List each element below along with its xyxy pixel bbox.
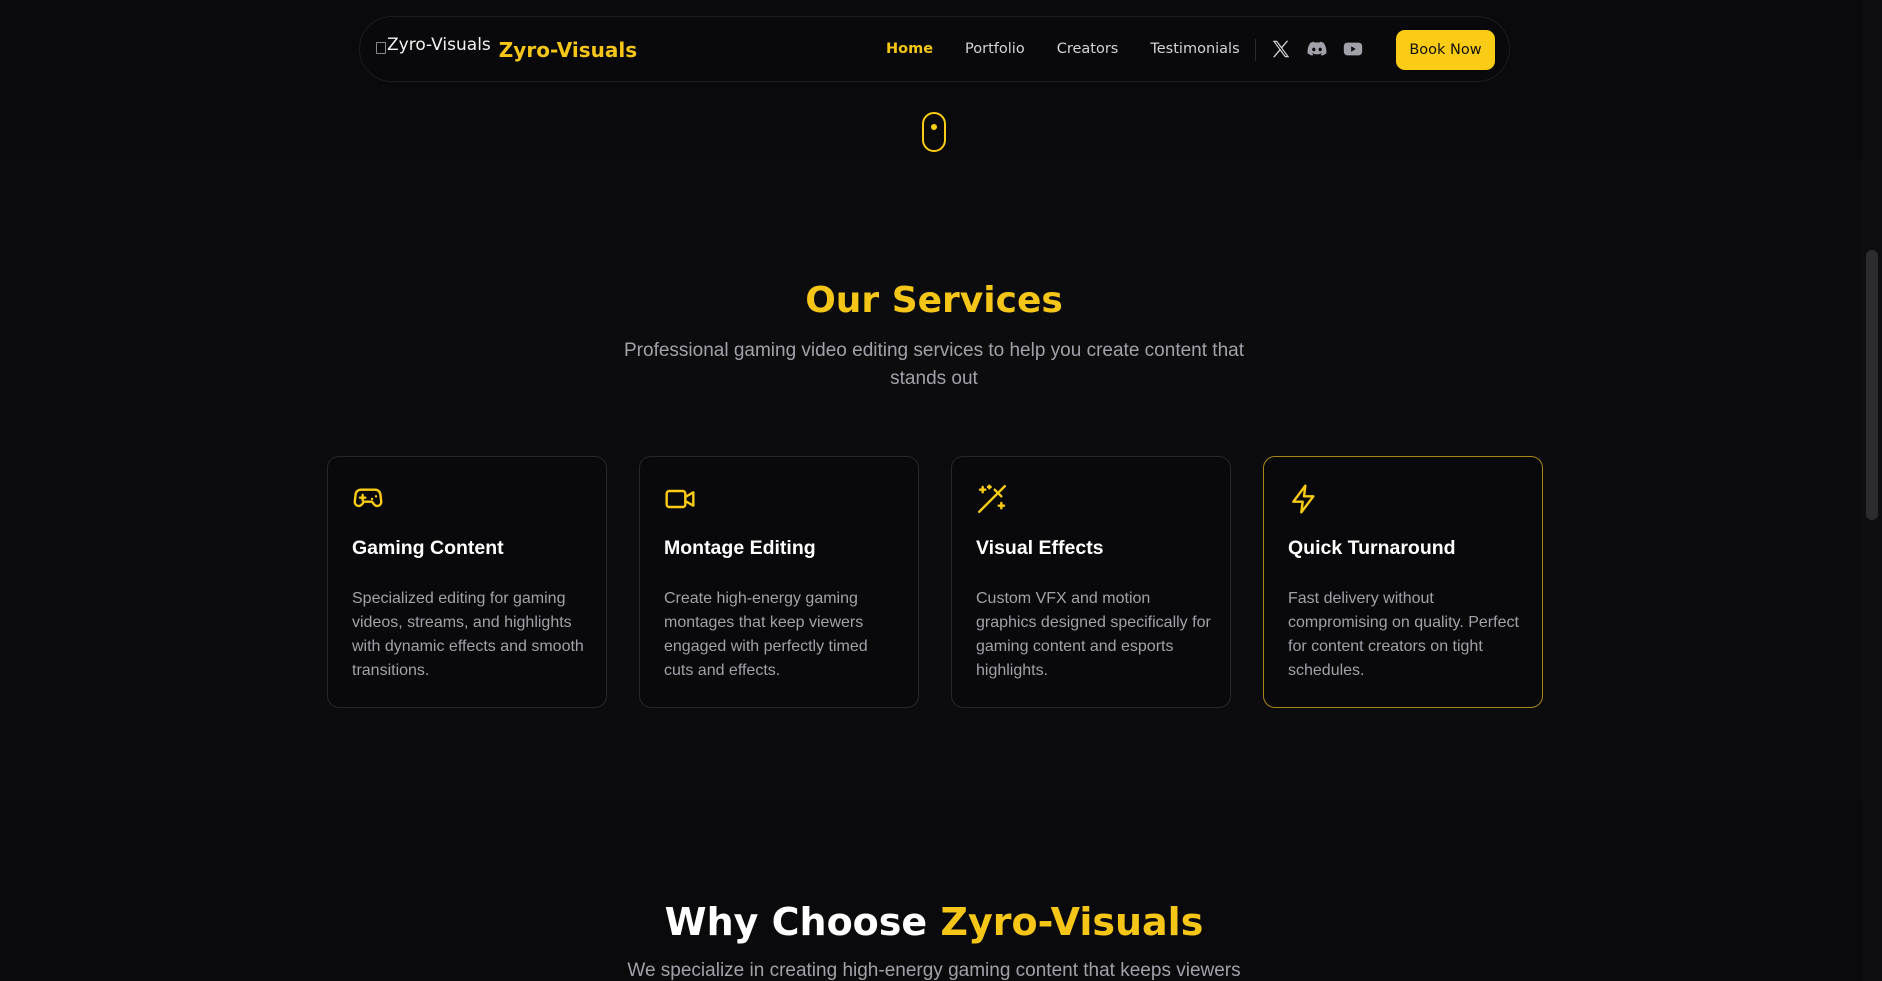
navbar: Zyro-Visuals Zyro-Visuals Home Portfolio…: [359, 16, 1510, 82]
service-card-gaming-content[interactable]: Gaming Content Specialized editing for g…: [327, 456, 607, 708]
service-card-title: Quick Turnaround: [1288, 537, 1456, 559]
nav-link-home[interactable]: Home: [886, 41, 933, 57]
nav-link-portfolio[interactable]: Portfolio: [965, 41, 1025, 57]
youtube-icon[interactable]: [1342, 38, 1364, 60]
why-title-prefix: Why Choose: [664, 900, 928, 944]
broken-logo-image: Zyro-Visuals: [376, 35, 491, 55]
broken-image-icon: [376, 42, 386, 54]
video-camera-icon: [664, 483, 696, 515]
service-card-description: Fast delivery without compromising on qu…: [1288, 590, 1519, 679]
x-twitter-icon[interactable]: [1270, 38, 1292, 60]
service-card-visual-effects[interactable]: Visual Effects Custom VFX and motion gra…: [951, 456, 1231, 708]
brand[interactable]: Zyro-Visuals Zyro-Visuals: [376, 17, 637, 81]
service-card-montage-editing[interactable]: Montage Editing Create high-energy gamin…: [639, 456, 919, 708]
services-subtitle: Professional gaming video editing servic…: [624, 340, 1244, 389]
service-card-title: Montage Editing: [664, 537, 816, 559]
magic-wand-icon: [976, 483, 1008, 515]
service-card-quick-turnaround[interactable]: Quick Turnaround Fast delivery without c…: [1263, 456, 1543, 708]
why-choose-section: Why Choose Zyro-Visuals We specialize in…: [0, 800, 1862, 981]
service-card-description: Specialized editing for gaming videos, s…: [352, 590, 584, 679]
scrollbar[interactable]: [1862, 0, 1882, 981]
brand-name: Zyro-Visuals: [498, 38, 638, 62]
nav-link-creators[interactable]: Creators: [1057, 41, 1119, 57]
why-choose-subtitle: We specialize in creating high-energy ga…: [627, 960, 1241, 981]
service-card-title: Gaming Content: [352, 537, 504, 559]
service-card-title: Visual Effects: [976, 537, 1104, 559]
book-now-button[interactable]: Book Now: [1396, 30, 1495, 70]
mouse-scroll-dot: [931, 124, 937, 130]
services-cards: Gaming Content Specialized editing for g…: [327, 456, 1543, 708]
nav-links: Home Portfolio Creators Testimonials: [886, 17, 1240, 81]
why-choose-title: Why Choose Zyro-Visuals: [0, 900, 1862, 944]
page: Zyro-Visuals Zyro-Visuals Home Portfolio…: [0, 0, 1862, 981]
service-card-description: Create high-energy gaming montages that …: [664, 590, 868, 679]
why-title-accent: Zyro-Visuals: [940, 900, 1204, 944]
nav-link-testimonials[interactable]: Testimonials: [1150, 41, 1239, 57]
services-title: Our Services: [805, 280, 1063, 321]
mouse-scroll-icon: [922, 112, 946, 152]
gamepad-icon: [352, 483, 384, 515]
service-card-description: Custom VFX and motion graphics designed …: [976, 590, 1211, 679]
lightning-icon: [1288, 483, 1320, 515]
scrollbar-thumb[interactable]: [1866, 250, 1878, 520]
social-links: [1270, 17, 1364, 81]
logo-alt-text: Zyro-Visuals: [387, 35, 491, 55]
discord-icon[interactable]: [1306, 38, 1328, 60]
nav-divider: [1255, 39, 1256, 61]
